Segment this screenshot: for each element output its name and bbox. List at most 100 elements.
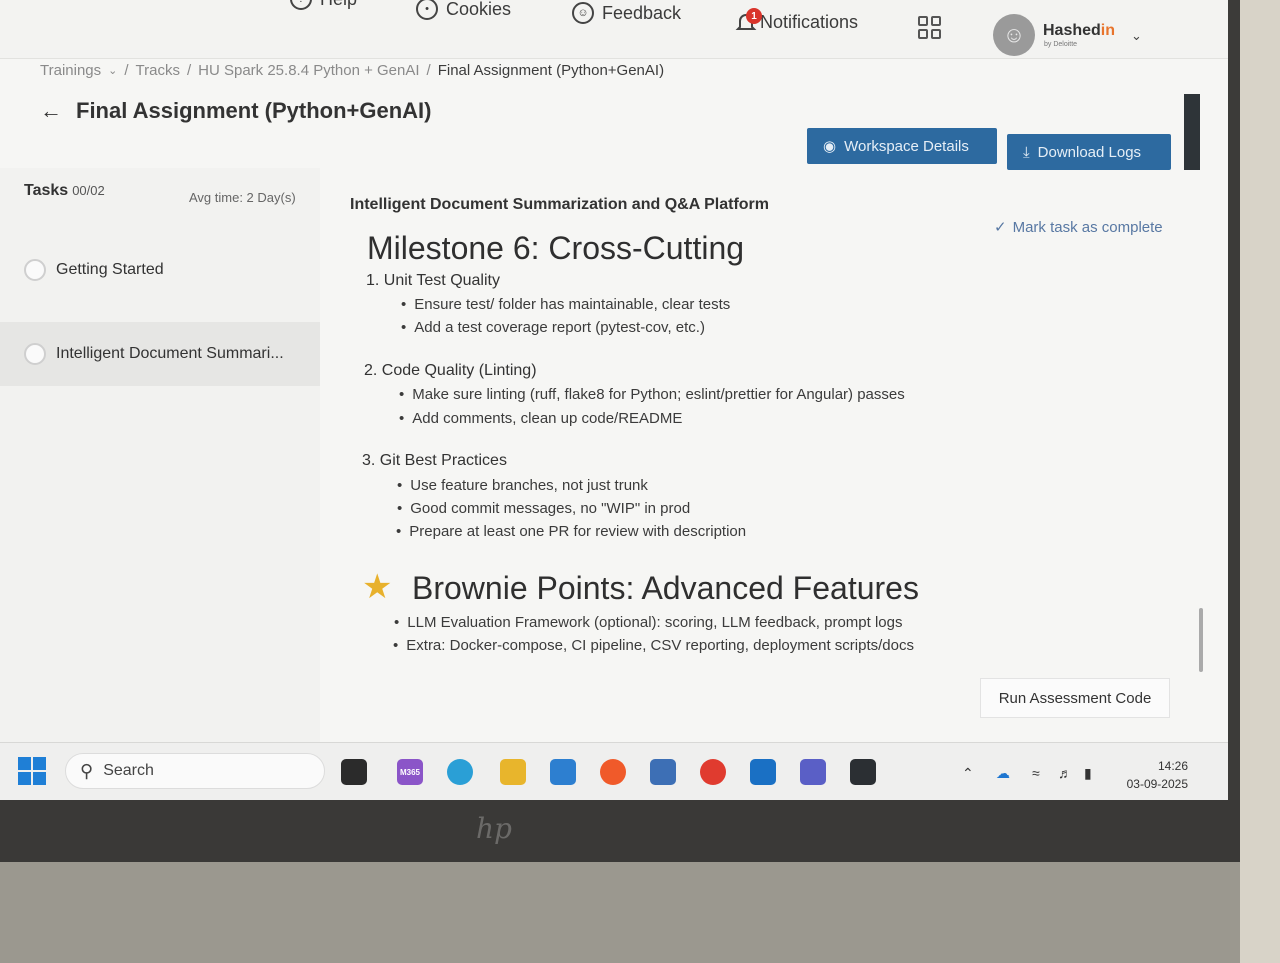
onedrive-icon[interactable]: ☁ bbox=[996, 765, 1010, 782]
laptop-base bbox=[0, 862, 1280, 963]
taskbar-search[interactable]: ⚲ Search bbox=[65, 753, 325, 789]
breadcrumb-track-name[interactable]: HU Spark 25.8.4 Python + GenAI bbox=[198, 62, 419, 79]
task-title: Intelligent Document Summarization and Q… bbox=[350, 196, 769, 213]
windows-start-icon[interactable] bbox=[18, 757, 46, 785]
sidebar-item-label: Intelligent Document Summari... bbox=[56, 345, 284, 362]
notifications-label: Notifications bbox=[760, 11, 859, 32]
scrollbar[interactable] bbox=[1199, 608, 1203, 672]
star-icon: ★ bbox=[362, 568, 393, 606]
breadcrumb-separator: / bbox=[124, 62, 129, 79]
breadcrumb-current: Final Assignment (Python+GenAI) bbox=[437, 62, 665, 79]
cookies-label: Cookies bbox=[446, 0, 512, 19]
avatar[interactable]: ☺ bbox=[993, 14, 1035, 56]
download-logs-label: Download Logs bbox=[1037, 143, 1142, 161]
smiley-icon: ☺ bbox=[572, 2, 594, 24]
help-icon: ? bbox=[290, 0, 312, 10]
top-navbar: ? Help • Cookies ☺ Feedback 1 Notificati… bbox=[0, 0, 1228, 59]
notification-badge: 1 bbox=[746, 8, 762, 24]
run-assessment-button[interactable]: Run Assessment Code bbox=[980, 678, 1170, 718]
store-icon[interactable] bbox=[650, 759, 676, 785]
feedback-label: Feedback bbox=[602, 2, 682, 23]
milestone-heading: Milestone 6: Cross-Cutting bbox=[367, 230, 745, 266]
browser-screen: ? Help • Cookies ☺ Feedback 1 Notificati… bbox=[0, 0, 1228, 800]
status-radio[interactable] bbox=[24, 259, 46, 281]
breadcrumb: Trainings ⌄ / Tracks / HU Spark 25.8.4 P… bbox=[40, 62, 664, 79]
workspace-details-label: Workspace Details bbox=[844, 137, 969, 155]
workspace-details-button[interactable]: ◉ Workspace Details bbox=[807, 128, 997, 164]
volume-icon[interactable]: ♬ bbox=[1058, 765, 1072, 781]
breadcrumb-tracks[interactable]: Tracks bbox=[136, 62, 180, 79]
clock-time: 14:26 bbox=[1157, 759, 1188, 773]
apps-grid-icon bbox=[918, 16, 941, 39]
tasks-header: Tasks 00/02 bbox=[24, 182, 105, 200]
system-clock[interactable]: 14:26 03-09-2025 bbox=[1120, 757, 1188, 793]
sidebar-item-getting-started[interactable]: Getting Started bbox=[0, 238, 320, 302]
battery-icon[interactable]: ▮ bbox=[1084, 765, 1092, 782]
list-item: LLM Evaluation Framework (optional): sco… bbox=[394, 614, 902, 631]
list-item: Ensure test/ folder has maintainable, cl… bbox=[401, 296, 730, 313]
breadcrumb-separator: / bbox=[186, 62, 192, 79]
list-item: Good commit messages, no "WIP" in prod bbox=[397, 500, 690, 517]
page-title-text: Final Assignment (Python+GenAI) bbox=[76, 98, 432, 123]
section-heading: 2. Code Quality (Linting) bbox=[364, 362, 537, 379]
m365-icon[interactable]: M365 bbox=[397, 759, 423, 785]
list-item: Use feature branches, not just trunk bbox=[397, 477, 648, 494]
taskbar: ⚲ Search M365 ⌃ ☁ ≈ ♬ ▮ 14:26 03-09-2025 bbox=[0, 742, 1228, 800]
brownie-heading: Brownie Points: Advanced Features bbox=[412, 570, 919, 606]
background-desk bbox=[1240, 0, 1280, 963]
section-heading: 1. Unit Test Quality bbox=[366, 272, 500, 289]
breadcrumb-trainings[interactable]: Trainings bbox=[40, 62, 101, 79]
tasks-label: Tasks bbox=[24, 182, 69, 199]
chevron-down-icon[interactable]: ⌄ bbox=[108, 64, 117, 77]
file-explorer-icon[interactable] bbox=[500, 759, 526, 785]
list-item: Add comments, clean up code/README bbox=[399, 410, 682, 427]
search-icon: ⚲ bbox=[80, 760, 94, 781]
list-item: Add a test coverage report (pytest-cov, … bbox=[401, 319, 705, 336]
back-arrow-icon[interactable]: ← bbox=[40, 98, 62, 124]
wifi-icon[interactable]: ≈ bbox=[1032, 765, 1040, 781]
vscode-icon[interactable] bbox=[550, 759, 576, 785]
task-view-icon[interactable] bbox=[341, 759, 367, 785]
chrome-icon[interactable] bbox=[700, 759, 726, 785]
laptop-frame bbox=[1228, 0, 1240, 862]
feedback-link[interactable]: ☺ Feedback bbox=[572, 2, 681, 24]
status-radio[interactable] bbox=[24, 343, 46, 365]
list-item: Make sure linting (ruff, flake8 for Pyth… bbox=[399, 386, 904, 403]
chevron-down-icon[interactable]: ⌄ bbox=[1131, 28, 1142, 44]
check-icon: ✓ bbox=[994, 219, 1007, 236]
page-title: ← Final Assignment (Python+GenAI) bbox=[40, 98, 432, 124]
mark-complete-button[interactable]: ✓ Mark task as complete bbox=[994, 218, 1163, 237]
chevron-up-icon[interactable]: ⌃ bbox=[962, 765, 974, 782]
tasks-count: 00/02 bbox=[72, 183, 105, 198]
apps-grid-button[interactable] bbox=[918, 16, 941, 39]
download-logs-button[interactable]: ⤓ Download Logs bbox=[1007, 134, 1171, 170]
clock-date: 03-09-2025 bbox=[1126, 777, 1188, 791]
collapse-panel-handle[interactable] bbox=[1184, 94, 1200, 170]
cookies-link[interactable]: • Cookies bbox=[416, 0, 511, 20]
notifications-link[interactable]: 1 Notifications bbox=[734, 8, 859, 34]
search-label: Search bbox=[103, 762, 154, 779]
bell-icon: 1 bbox=[734, 8, 762, 34]
terminal-icon[interactable] bbox=[850, 759, 876, 785]
brand-subtitle: by Deloitte bbox=[1044, 41, 1078, 48]
laptop-bezel bbox=[0, 800, 1240, 862]
eye-icon: ◉ bbox=[823, 138, 837, 155]
mark-complete-label: Mark task as complete bbox=[1012, 218, 1163, 236]
help-label: Help bbox=[320, 0, 357, 10]
avg-time: Avg time: 2 Day(s) bbox=[189, 190, 296, 205]
list-item: Extra: Docker-compose, CI pipeline, CSV … bbox=[393, 637, 914, 654]
brand-logo: Hashedin bbox=[1043, 22, 1116, 39]
hp-logo: hp bbox=[476, 812, 512, 845]
download-icon: ⤓ bbox=[1023, 143, 1030, 161]
breadcrumb-separator: / bbox=[426, 62, 431, 79]
outlook-icon[interactable] bbox=[750, 759, 776, 785]
postman-icon[interactable] bbox=[600, 759, 626, 785]
edge-icon[interactable] bbox=[447, 759, 473, 785]
section-heading: 3. Git Best Practices bbox=[362, 452, 507, 469]
teams-icon[interactable] bbox=[800, 759, 826, 785]
help-link[interactable]: ? Help bbox=[290, 0, 357, 10]
sidebar-item-document-summarization[interactable]: Intelligent Document Summari... bbox=[0, 322, 320, 386]
list-item: Prepare at least one PR for review with … bbox=[396, 523, 746, 540]
sidebar-item-label: Getting Started bbox=[56, 261, 164, 278]
cookie-icon: • bbox=[416, 0, 438, 20]
